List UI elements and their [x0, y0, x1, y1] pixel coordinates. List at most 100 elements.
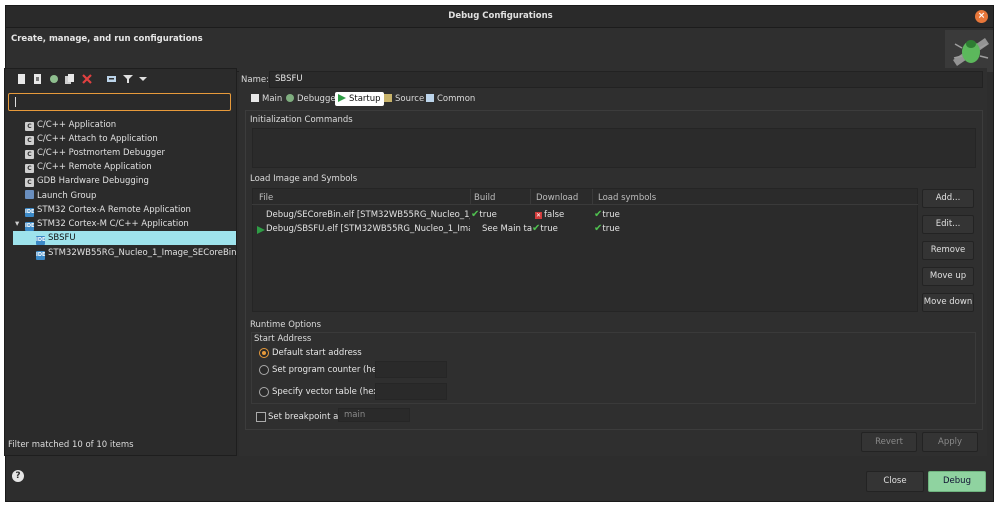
tree-item-c-attach[interactable]: C C/C++ Attach to Application [25, 132, 158, 146]
table-cell-download[interactable]: ✔true [532, 223, 558, 234]
cell-value: true [602, 210, 620, 220]
table-cell-load-symbols[interactable]: ✔true [594, 223, 620, 234]
column-divider [470, 189, 471, 205]
table-cell-build[interactable]: See Main tab [482, 224, 532, 234]
init-commands-label: Initialization Commands [250, 115, 353, 125]
load-image-table [252, 188, 918, 312]
column-header-load-symbols: Load symbols [598, 193, 657, 203]
debug-button[interactable]: Debug [928, 471, 986, 492]
tree-item-label: GDB Hardware Debugging [37, 176, 149, 186]
tree-item-cortex-m[interactable]: ▾ IDE STM32 Cortex-M C/C++ Application [15, 217, 189, 231]
tab-label: Main [262, 94, 283, 104]
vector-table-label: Specify vector table (hex): [272, 387, 385, 397]
help-icon[interactable]: ? [12, 470, 24, 482]
tree-item-c-postmortem[interactable]: C C/C++ Postmortem Debugger [25, 146, 165, 160]
ide-icon: IDE [36, 236, 46, 245]
tree-item-launch-group[interactable]: Launch Group [25, 189, 96, 203]
tree-item-label: STM32 Cortex-A Remote Application [37, 205, 191, 215]
c-icon: C [25, 122, 34, 131]
tree-item-gdb-hardware[interactable]: C GDB Hardware Debugging [25, 174, 149, 188]
remove-button[interactable]: Remove [922, 241, 974, 260]
tree-item-label: C/C++ Attach to Application [37, 134, 158, 144]
table-cell-file[interactable]: Debug/SECoreBin.elf [STM32WB55RG_Nucleo_… [266, 210, 470, 220]
tree-item-cortex-a[interactable]: IDE STM32 Cortex-A Remote Application [25, 203, 191, 217]
c-icon: C [25, 178, 34, 187]
tab-label: Startup [349, 94, 381, 104]
tree-item-label: C/C++ Remote Application [37, 162, 152, 172]
play-icon [338, 93, 346, 102]
init-commands-textarea[interactable] [252, 128, 976, 168]
tree-item-sbsfu[interactable]: IDE SBSFU [13, 231, 236, 245]
column-divider [530, 189, 531, 205]
tree-item-label: C/C++ Postmortem Debugger [37, 148, 166, 158]
move-down-button[interactable]: Move down [922, 293, 974, 312]
edit-button[interactable]: Edit... [922, 215, 974, 234]
tree-item-c-application[interactable]: C C/C++ Application [25, 118, 116, 132]
table-cell-file[interactable]: Debug/SBSFU.elf [STM32WB55RG_Nucleo_1_Im… [266, 224, 470, 234]
tab-source[interactable]: Source [381, 92, 427, 106]
tree-item-label: STM32 Cortex-M C/C++ Application [37, 219, 189, 229]
program-counter-radio[interactable] [259, 365, 269, 375]
ide-icon: IDE [36, 251, 46, 260]
tree-item-label: SBSFU [48, 233, 76, 243]
tree-item-label: Launch Group [37, 191, 97, 201]
apply-button[interactable]: Apply [922, 432, 978, 452]
program-counter-field[interactable] [375, 361, 447, 378]
filter-input[interactable] [8, 93, 231, 111]
tree-item-label: STM32WB55RG_Nucleo_1_Image_SECoreBin Deb… [48, 248, 268, 258]
filter-icon[interactable] [123, 74, 133, 84]
tab-debugger[interactable]: Debugger [283, 92, 342, 106]
dropdown-icon[interactable] [138, 74, 148, 84]
tab-label: Common [437, 94, 476, 104]
new-prototype-icon[interactable] [33, 74, 43, 84]
tab-startup[interactable]: Startup [335, 92, 384, 106]
common-icon [426, 94, 434, 102]
column-header-download: Download [536, 193, 579, 203]
main-tab-icon [251, 94, 259, 102]
debug-bug-icon [945, 30, 993, 72]
breakpoint-field[interactable]: main [338, 408, 410, 422]
delete-icon[interactable] [82, 74, 92, 84]
column-header-file: File [259, 193, 274, 203]
banner-title: Create, manage, and run configurations [11, 34, 203, 44]
table-cell-load-symbols[interactable]: ✔true [594, 209, 620, 220]
c-icon: C [25, 150, 34, 159]
tab-common[interactable]: Common [423, 92, 478, 106]
revert-button[interactable]: Revert [861, 432, 917, 452]
cell-value: true [540, 224, 558, 234]
collapse-all-icon[interactable] [107, 74, 117, 84]
new-configuration-icon[interactable] [17, 74, 27, 84]
launch-group-icon [25, 190, 34, 199]
c-icon: C [25, 164, 34, 173]
tab-main[interactable]: Main [248, 92, 285, 106]
column-header-build: Build [474, 193, 496, 203]
close-button[interactable]: Close [866, 471, 924, 492]
export-icon[interactable] [49, 74, 59, 84]
close-window-icon[interactable]: × [975, 10, 988, 23]
text-cursor [15, 97, 16, 107]
start-address-label: Start Address [254, 334, 312, 344]
column-divider [592, 189, 593, 205]
tree-item-c-remote[interactable]: C C/C++ Remote Application [25, 160, 152, 174]
tree-item-secorebin-debug[interactable]: IDE STM32WB55RG_Nucleo_1_Image_SECoreBin … [36, 246, 267, 260]
duplicate-icon[interactable] [65, 74, 75, 84]
name-input[interactable]: SBSFU [269, 71, 983, 88]
default-start-label: Default start address [272, 348, 362, 358]
breakpoint-checkbox[interactable] [256, 412, 266, 422]
vector-table-radio[interactable] [259, 387, 269, 397]
table-header [252, 188, 918, 205]
default-start-radio[interactable] [259, 348, 269, 358]
name-label: Name: [241, 75, 269, 85]
table-cell-build[interactable]: ✔true [471, 209, 497, 220]
chevron-down-icon[interactable]: ▾ [15, 217, 23, 231]
move-up-button[interactable]: Move up [922, 267, 974, 286]
table-cell-download[interactable]: ✕ false [535, 210, 564, 220]
ide-icon: IDE [25, 222, 35, 231]
window-title: Debug Configurations [448, 11, 553, 21]
source-icon [384, 94, 392, 102]
cell-value: true [602, 224, 620, 234]
vector-table-field[interactable] [375, 383, 447, 400]
tree-item-label: C/C++ Application [37, 120, 117, 130]
load-image-label: Load Image and Symbols [250, 174, 358, 184]
add-button[interactable]: Add... [922, 189, 974, 208]
